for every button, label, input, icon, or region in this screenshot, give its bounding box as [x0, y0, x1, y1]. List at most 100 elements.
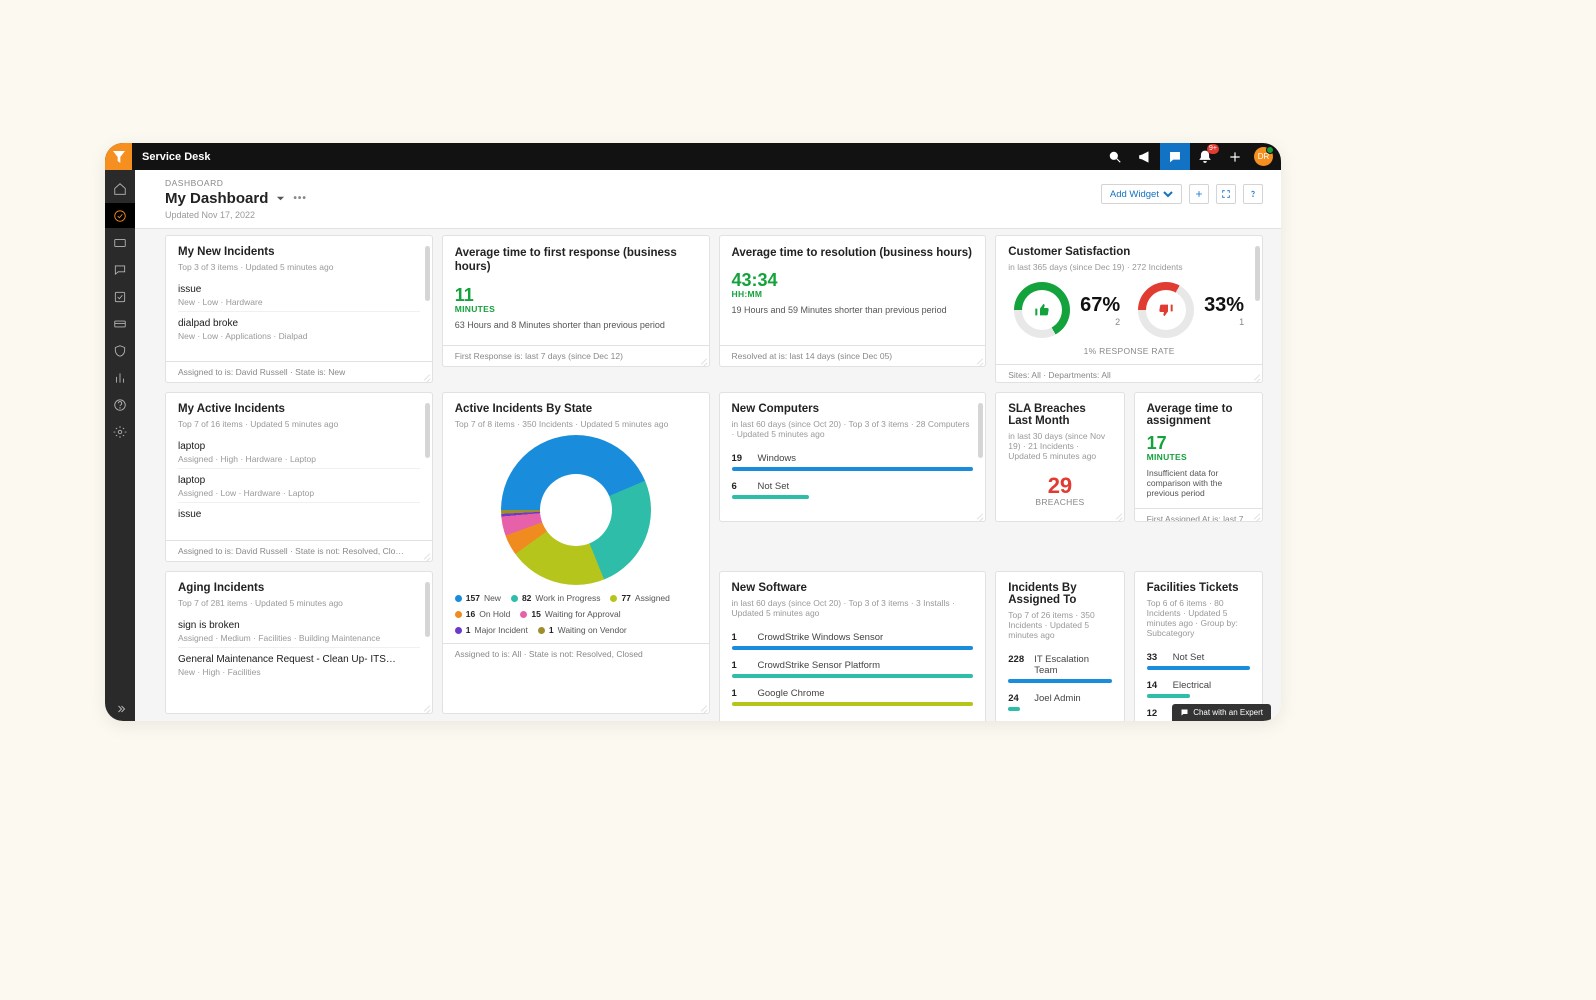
legend-item: 15 Waiting for Approval	[520, 609, 620, 619]
scrollbar[interactable]	[425, 403, 430, 458]
resize-handle[interactable]	[424, 374, 430, 380]
widget-title: Average time to assignment	[1135, 393, 1262, 431]
updated-label: Updated Nov 17, 2022	[165, 210, 1091, 220]
add-widget-button[interactable]: Add Widget	[1101, 184, 1182, 204]
nav-help-icon[interactable]	[105, 392, 135, 417]
scrollbar[interactable]	[1255, 246, 1260, 301]
metric-compare: 63 Hours and 8 Minutes shorter than prev…	[455, 320, 697, 330]
resize-handle[interactable]	[701, 705, 707, 711]
nav-card-icon[interactable]	[105, 311, 135, 336]
widget-active-by-state: Active Incidents By State Top 7 of 8 ite…	[442, 392, 710, 714]
scrollbar[interactable]	[425, 246, 430, 301]
list-item-title: dialpad broke	[178, 318, 420, 329]
add-widget-label: Add Widget	[1110, 189, 1159, 200]
widget-sub: in last 60 days (since Oct 20) · Top 3 o…	[720, 598, 986, 618]
legend-item: 82 Work in Progress	[511, 593, 601, 603]
scrollbar[interactable]	[425, 582, 430, 637]
legend-dot	[455, 611, 462, 618]
legend-item: 77 Assigned	[610, 593, 669, 603]
widget-body: issue New · Low · Hardware dialpad broke…	[166, 272, 432, 361]
widget-facilities: Facilities Tickets Top 6 of 6 items · 80…	[1134, 571, 1263, 721]
widget-title: My Active Incidents	[166, 393, 432, 419]
chat-icon[interactable]	[1160, 143, 1190, 170]
widget-my-active-incidents: My Active Incidents Top 7 of 16 items · …	[165, 392, 433, 562]
resize-handle[interactable]	[1116, 513, 1122, 519]
bell-icon[interactable]: 9+	[1190, 143, 1220, 170]
add-button[interactable]	[1189, 184, 1209, 204]
list-item[interactable]: sign is broken Assigned · Medium · Facil…	[178, 614, 420, 648]
widget-by-assigned: Incidents By Assigned To Top 7 of 26 ite…	[995, 571, 1124, 721]
metric-compare: Insufficient data for comparison with th…	[1147, 468, 1250, 498]
user-avatar[interactable]: DR	[1254, 147, 1273, 166]
metric-value: 29	[996, 473, 1123, 499]
fullscreen-button[interactable]	[1216, 184, 1236, 204]
megaphone-icon[interactable]	[1130, 143, 1160, 170]
nav-security-icon[interactable]	[105, 338, 135, 363]
list-item[interactable]: dialpad broke New · Low · Applications ·…	[178, 312, 420, 345]
bar-label: Not Set	[1173, 652, 1205, 663]
negative-count: 1	[1204, 317, 1244, 327]
list-item[interactable]: laptop Assigned · High · Hardware · Lapt…	[178, 435, 420, 469]
resize-handle[interactable]	[424, 705, 430, 711]
search-icon[interactable]	[1100, 143, 1130, 170]
widget-title: Active Incidents By State	[443, 393, 709, 419]
nav-reports-icon[interactable]	[105, 365, 135, 390]
widget-avg-resolution: Average time to resolution (business hou…	[719, 235, 987, 367]
bar-label: Google Chrome	[758, 688, 825, 699]
widget-sub: Top 6 of 6 items · 80 Incidents · Update…	[1135, 598, 1262, 638]
add-icon[interactable]	[1220, 143, 1250, 170]
sidebar	[105, 170, 135, 721]
bar-row: 19Windows	[732, 445, 974, 473]
legend-dot	[455, 595, 462, 602]
list-item-sub: New · High · Facilities	[178, 667, 420, 677]
bar-fill	[732, 495, 809, 499]
list-item[interactable]: issue	[178, 503, 420, 524]
widget-sub: in last 30 days (since Nov 19) · 21 Inci…	[996, 431, 1123, 461]
collapse-sidebar-icon[interactable]	[105, 703, 135, 715]
nav-chat-icon[interactable]	[105, 257, 135, 282]
bar-label: CrowdStrike Sensor Platform	[758, 660, 880, 671]
breadcrumb: DASHBOARD	[165, 178, 1091, 188]
widget-new-computers: New Computers in last 60 days (since Oct…	[719, 392, 987, 522]
widget-title: SLA Breaches Last Month	[996, 393, 1123, 431]
list-item[interactable]: laptop Assigned · Low · Hardware · Lapto…	[178, 469, 420, 503]
nav-tickets-icon[interactable]	[105, 230, 135, 255]
widget-foot: Resolved at is: last 14 days (since Dec …	[720, 345, 986, 366]
resize-handle[interactable]	[424, 553, 430, 559]
nav-settings-icon[interactable]	[105, 419, 135, 444]
title-dropdown-icon[interactable]	[276, 194, 285, 203]
list-item[interactable]: General Maintenance Request - Clean Up- …	[178, 648, 420, 681]
bar-fill	[1147, 666, 1250, 670]
widget-title: Customer Satisfaction	[996, 236, 1262, 262]
bar-row: 6Not Set	[732, 473, 974, 501]
bar-fill	[1008, 707, 1019, 711]
brand-logo[interactable]	[105, 143, 132, 170]
nav-tasks-icon[interactable]	[105, 284, 135, 309]
bar-value: 14	[1147, 680, 1167, 691]
response-rate: 1% RESPONSE RATE	[996, 344, 1262, 364]
more-menu-icon[interactable]: •••	[293, 193, 307, 204]
nav-home-icon[interactable]	[105, 176, 135, 201]
resize-handle[interactable]	[977, 513, 983, 519]
bar-row: 1Google Chrome	[732, 680, 974, 708]
scrollbar[interactable]	[978, 403, 983, 458]
bar-fill	[732, 702, 974, 706]
list-item[interactable]: issue New · Low · Hardware	[178, 278, 420, 312]
resize-handle[interactable]	[1254, 513, 1260, 519]
widget-foot: Assigned to is: All · State is not: Reso…	[443, 643, 709, 664]
help-button[interactable]	[1243, 184, 1263, 204]
resize-handle[interactable]	[977, 358, 983, 364]
metric-unit: MINUTES	[1147, 452, 1250, 462]
chat-with-expert-button[interactable]: Chat with an Expert	[1172, 704, 1271, 721]
widget-title: New Software	[720, 572, 986, 598]
widget-sub: in last 60 days (since Oct 20) · Top 3 o…	[720, 419, 986, 439]
widget-title: Average time to first response (business…	[443, 236, 709, 279]
widget-sub: Top 7 of 16 items · Updated 5 minutes ag…	[166, 419, 432, 429]
widget-sub: Top 3 of 3 items · Updated 5 minutes ago	[166, 262, 432, 272]
nav-dashboard-icon[interactable]	[105, 203, 135, 228]
bar-row: 14Electrical	[1147, 672, 1250, 700]
bar-value: 6	[732, 481, 752, 492]
resize-handle[interactable]	[1254, 374, 1260, 380]
resize-handle[interactable]	[701, 358, 707, 364]
list-item-sub: New · Low · Applications · Dialpad	[178, 331, 420, 341]
